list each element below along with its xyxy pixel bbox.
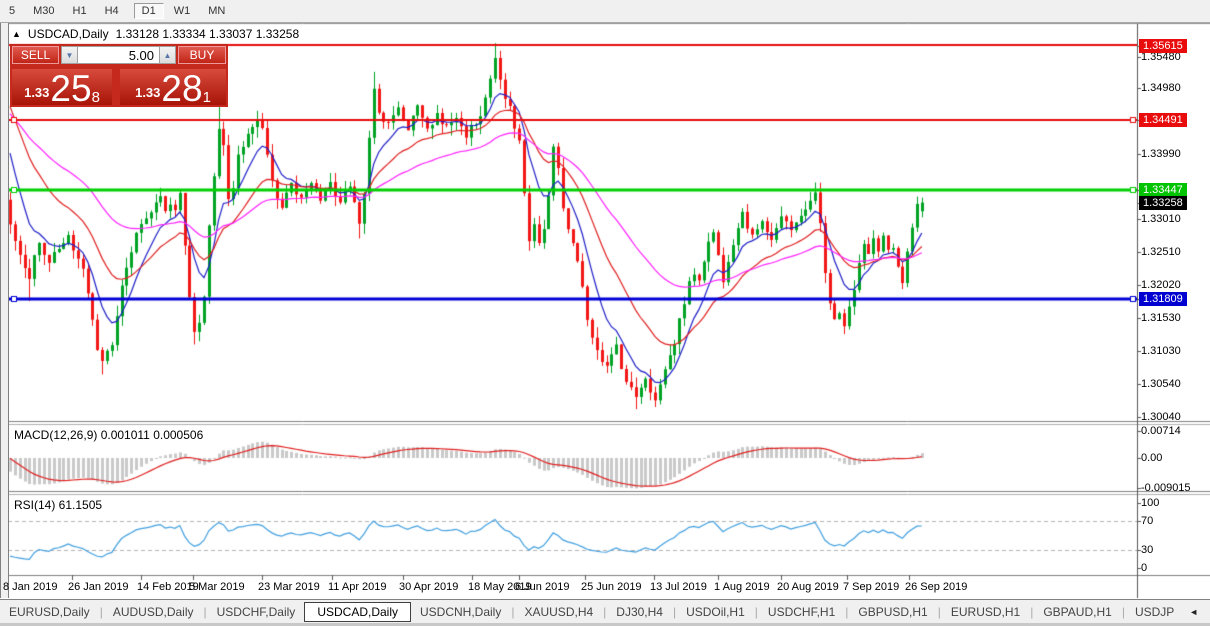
price-level-badge: 1.35615 bbox=[1139, 39, 1187, 53]
collapse-chart-icon[interactable]: ▲ bbox=[12, 29, 21, 39]
price-level-badge: 1.33447 bbox=[1139, 183, 1187, 197]
timeframe-h4-button[interactable]: H4 bbox=[97, 3, 127, 19]
tab-xauusd-h4[interactable]: XAUUSD,H4 bbox=[515, 603, 602, 621]
date-label: 25 Jun 2019 bbox=[581, 581, 642, 593]
price-tick-label: 1.32510 bbox=[1141, 245, 1181, 259]
rsi-tick-label: 70 bbox=[1141, 514, 1153, 528]
tab-scroll-buttons: ◄► bbox=[1189, 607, 1210, 617]
price-tick-label: 1.30040 bbox=[1141, 410, 1181, 424]
sell-price-prefix: 1.33 bbox=[24, 85, 49, 100]
one-click-trading-panel: SELL ▼ ▲ BUY 1.33 25 8 1.33 28 1 bbox=[10, 44, 228, 107]
sell-price-sup: 8 bbox=[92, 90, 100, 105]
spin-up-icon: ▲ bbox=[164, 51, 172, 60]
tab-eurusd-h1[interactable]: EURUSD,H1 bbox=[942, 603, 1029, 621]
tab-scroll-left-icon[interactable]: ◄ bbox=[1189, 607, 1198, 617]
tab-usdchf-h1[interactable]: USDCHF,H1 bbox=[759, 603, 844, 621]
spin-down-icon: ▼ bbox=[66, 51, 74, 60]
chart-left-border bbox=[0, 23, 9, 598]
timeframe-5-button[interactable]: 5 bbox=[1, 3, 23, 19]
tab-usdcnh-daily[interactable]: USDCNH,Daily bbox=[411, 603, 510, 621]
date-label: 11 Apr 2019 bbox=[328, 581, 387, 593]
rsi-tick-label: 100 bbox=[1141, 496, 1159, 510]
date-label: 26 Jan 2019 bbox=[68, 581, 129, 593]
tab-dj30-h4[interactable]: DJ30,H4 bbox=[607, 603, 672, 621]
volume-increase-button[interactable]: ▲ bbox=[159, 46, 176, 64]
buy-button[interactable]: BUY bbox=[178, 46, 226, 64]
sell-button[interactable]: SELL bbox=[12, 46, 59, 64]
date-label: 20 Aug 2019 bbox=[777, 581, 839, 593]
price-level-badge: 1.34491 bbox=[1139, 113, 1187, 127]
date-label: 6 Jun 2019 bbox=[515, 581, 569, 593]
sell-price-big: 25 bbox=[50, 72, 91, 105]
macd-tick-label: -0.009015 bbox=[1141, 481, 1191, 495]
date-label: 8 Jan 2019 bbox=[3, 581, 57, 593]
tab-gbpusd-h1[interactable]: GBPUSD,H1 bbox=[849, 603, 936, 621]
price-tick-label: 1.30540 bbox=[1141, 377, 1181, 391]
timeframe-toolbar: 5M30H1H4 D1W1MN bbox=[0, 0, 1210, 23]
rsi-tick-label: 0 bbox=[1141, 561, 1147, 575]
buy-price-big: 28 bbox=[161, 72, 202, 105]
tab-usdoil-h1[interactable]: USDOil,H1 bbox=[677, 603, 754, 621]
buy-price-panel[interactable]: 1.33 28 1 bbox=[120, 69, 226, 105]
price-tick-label: 1.31030 bbox=[1141, 344, 1181, 358]
buy-price-prefix: 1.33 bbox=[135, 85, 160, 100]
timeframe-m30-button[interactable]: M30 bbox=[25, 3, 62, 19]
rsi-indicator-label: RSI(14) 61.1505 bbox=[14, 498, 102, 512]
date-label: 5 Mar 2019 bbox=[189, 581, 245, 593]
price-tick-label: 1.32020 bbox=[1141, 278, 1181, 292]
date-label: 13 Jul 2019 bbox=[650, 581, 707, 593]
timeframe-d1-button[interactable]: D1 bbox=[134, 3, 164, 19]
price-tick-label: 1.33010 bbox=[1141, 212, 1181, 226]
tab-gbpaud-h1[interactable]: GBPAUD,H1 bbox=[1034, 603, 1120, 621]
rsi-tick-label: 30 bbox=[1141, 543, 1153, 557]
price-tick-label: 1.34980 bbox=[1141, 81, 1181, 95]
date-label: 26 Sep 2019 bbox=[905, 581, 967, 593]
tab-audusd-daily[interactable]: AUDUSD,Daily bbox=[104, 603, 203, 621]
chart-ohlc-quote: 1.33128 1.33334 1.33037 1.33258 bbox=[116, 27, 300, 41]
timeframe-h1-button[interactable]: H1 bbox=[65, 3, 95, 19]
tab-usdchf-daily[interactable]: USDCHF,Daily bbox=[208, 603, 305, 621]
price-tick-label: 1.33990 bbox=[1141, 147, 1181, 161]
chart-tab-bar: EURUSD,Daily|AUDUSD,Daily|USDCHF,DailyUS… bbox=[0, 599, 1210, 626]
buy-price-sup: 1 bbox=[203, 90, 211, 105]
tab-usdcad-daily[interactable]: USDCAD,Daily bbox=[304, 602, 411, 622]
price-level-badge: 1.31809 bbox=[1139, 292, 1187, 306]
timeframe-w1-button[interactable]: W1 bbox=[166, 3, 199, 19]
sell-price-panel[interactable]: 1.33 25 8 bbox=[12, 69, 112, 105]
macd-tick-label: 0.00714 bbox=[1141, 424, 1181, 438]
timeframe-mn-button[interactable]: MN bbox=[200, 3, 233, 19]
price-tick-label: 1.31530 bbox=[1141, 311, 1181, 325]
volume-decrease-button[interactable]: ▼ bbox=[61, 46, 78, 64]
price-level-badge: 1.33258 bbox=[1139, 196, 1187, 210]
chart-symbol-label: USDCAD,Daily bbox=[28, 27, 109, 41]
date-label: 1 Aug 2019 bbox=[714, 581, 770, 593]
chart-title: ▲ USDCAD,Daily 1.33128 1.33334 1.33037 1… bbox=[12, 27, 299, 41]
tab-eurusd-daily[interactable]: EURUSD,Daily bbox=[0, 603, 99, 621]
date-label: 7 Sep 2019 bbox=[843, 581, 899, 593]
macd-tick-label: 0.00 bbox=[1141, 451, 1162, 465]
volume-input[interactable] bbox=[78, 46, 159, 64]
tab-usdjp[interactable]: USDJP bbox=[1126, 603, 1183, 621]
date-label: 30 Apr 2019 bbox=[399, 581, 458, 593]
macd-indicator-label: MACD(12,26,9) 0.001011 0.000506 bbox=[14, 428, 203, 442]
date-label: 23 Mar 2019 bbox=[258, 581, 320, 593]
